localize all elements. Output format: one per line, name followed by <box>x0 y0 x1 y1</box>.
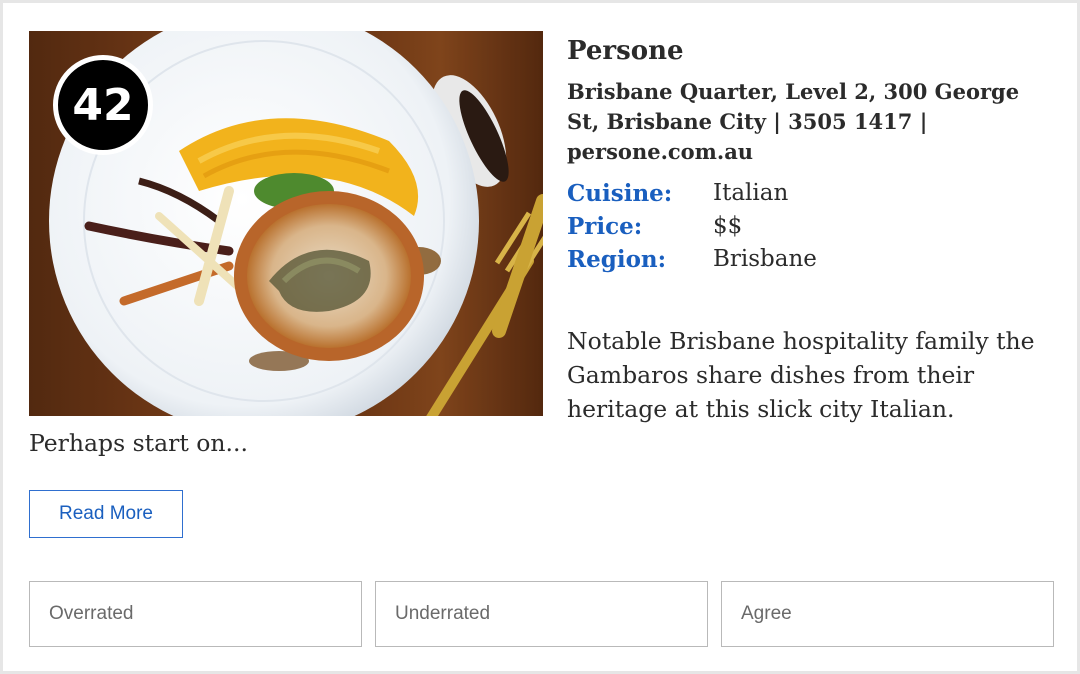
restaurant-card: 42 Persone Brisbane Quarter, Level 2, 30… <box>0 0 1080 674</box>
fact-value: Italian <box>713 180 789 206</box>
read-more-button[interactable]: Read More <box>29 490 183 538</box>
fact-cuisine: Cuisine: Italian <box>567 177 1057 210</box>
fact-label: Region: <box>567 246 667 273</box>
dish-photo[interactable]: 42 <box>29 31 543 416</box>
fact-region: Region: Brisbane <box>567 243 1057 276</box>
rank-badge: 42 <box>53 55 153 155</box>
vote-buttons: Overrated Underrated Agree <box>29 581 1054 647</box>
agree-button[interactable]: Agree <box>721 581 1054 647</box>
fact-value: $$ <box>713 213 743 239</box>
fact-price: Price: $$ <box>567 210 1057 243</box>
fact-label: Cuisine: <box>567 180 673 207</box>
underrated-button[interactable]: Underrated <box>375 581 708 647</box>
card-content: 42 Persone Brisbane Quarter, Level 2, 30… <box>29 31 1057 460</box>
fact-value: Brisbane <box>713 246 817 272</box>
overrated-button[interactable]: Overrated <box>29 581 362 647</box>
fact-label: Price: <box>567 213 643 240</box>
